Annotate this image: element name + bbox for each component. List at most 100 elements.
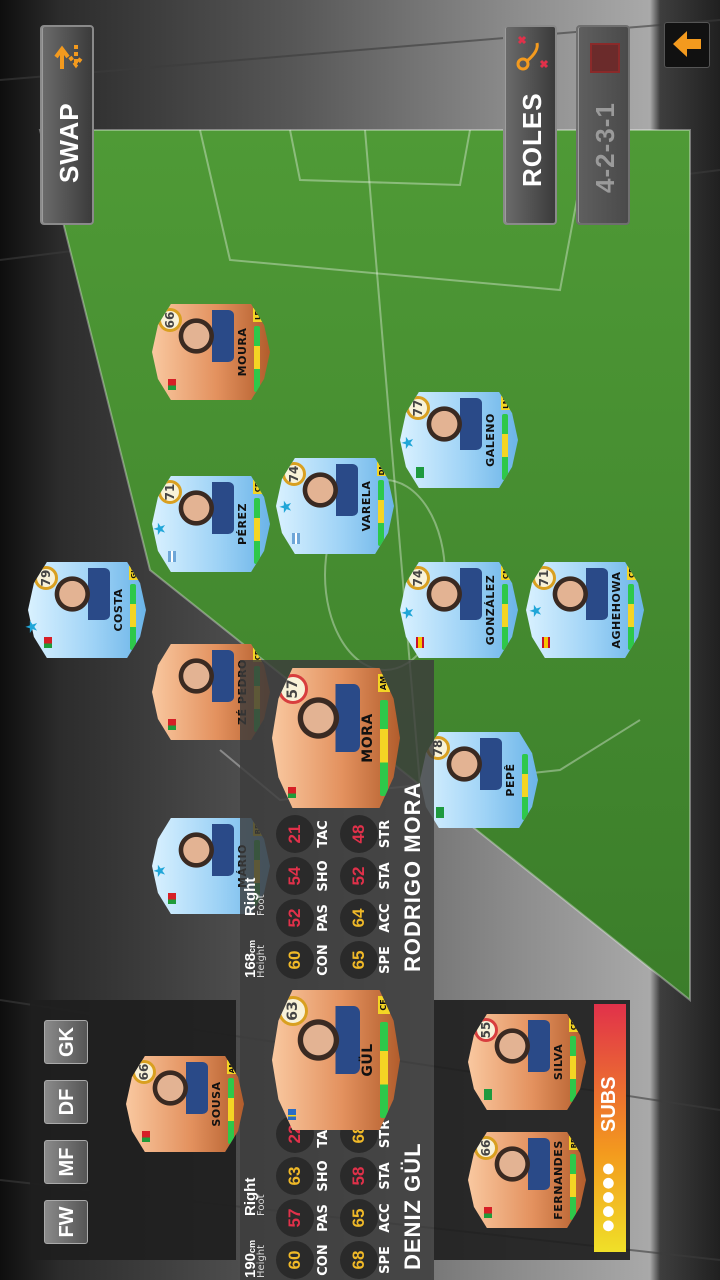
player-portrait	[300, 464, 358, 516]
reserves-panel: 66 SOUSA AM GK DF MF FW	[30, 1000, 236, 1260]
player-card-pepe[interactable]: 78 PEPÊ	[420, 732, 538, 828]
player-name: SOUSA	[210, 1081, 223, 1127]
player-name: GÜL	[360, 1043, 376, 1077]
compare-panel: RODRIGO MORA SPE ACC STA STR 65 64 52 48…	[240, 660, 434, 1280]
star-icon: ★	[22, 619, 41, 634]
formation-icon	[590, 43, 620, 73]
player-portrait	[150, 1062, 208, 1114]
stat-value: 63	[276, 1157, 314, 1195]
player-name: VARELA	[360, 480, 373, 532]
player-card-sousa[interactable]: 66 SOUSA AM	[126, 1056, 244, 1152]
stat-value: 57	[276, 1199, 314, 1237]
height-value: 190cm	[242, 1239, 259, 1278]
filter-gk-button[interactable]: GK	[44, 1020, 88, 1064]
subs-label: SUBS	[598, 1076, 620, 1132]
flag-icon	[168, 893, 176, 904]
star-icon: ★	[276, 499, 295, 514]
formation-button[interactable]: 4-2-3-1	[576, 25, 630, 225]
player-portrait	[176, 310, 234, 362]
player-card-mora[interactable]: 57 MORA AM	[272, 668, 400, 808]
stat-label: ACC	[378, 1203, 393, 1233]
condition-bar	[228, 1078, 234, 1144]
filter-mf-button[interactable]: MF	[44, 1140, 88, 1184]
stat-value: 60	[276, 1241, 314, 1279]
stat-label: CON	[316, 944, 331, 976]
swap-button[interactable]: SWAP	[40, 25, 94, 225]
player-portrait	[176, 650, 234, 702]
player-card-fernandes[interactable]: 66 FERNANDES RB	[468, 1132, 586, 1228]
player-compare-gul: DENIZ GÜL SPE ACC STA STR 68 65 58 68 CO…	[240, 980, 434, 1280]
condition-bar	[254, 498, 260, 564]
foot-value: Right	[242, 1177, 259, 1216]
stat-label: ACC	[378, 903, 393, 933]
stat-label: TAC	[316, 820, 331, 848]
player-portrait	[296, 684, 360, 752]
formation-label: 4-2-3-1	[590, 102, 620, 193]
stat-value: 58	[340, 1157, 378, 1195]
player-name: AGHEHOWA	[610, 571, 623, 649]
flag-icon	[292, 533, 300, 544]
condition-bar	[570, 1036, 576, 1102]
player-portrait	[296, 1006, 360, 1074]
stat-label: SHO	[316, 860, 331, 892]
player-name: FERNANDES	[552, 1140, 565, 1220]
arrow-up-icon	[673, 31, 701, 57]
player-card-perez[interactable]: 71 PÉREZ CB	[152, 476, 270, 572]
player-card-gul[interactable]: 63 GÜL CF	[272, 990, 400, 1130]
game-screen: SWAP ROLES 4-2-3-1 79 COSTA GK ★ 71 PÉRE…	[0, 0, 720, 1280]
stat-label: CON	[316, 1244, 331, 1276]
flag-icon	[142, 1131, 150, 1142]
player-name: PEPÊ	[504, 763, 517, 797]
position-badge: CB	[570, 1019, 578, 1031]
player-card-gonzalez[interactable]: 74 GONZÁLEZ CM	[400, 562, 518, 658]
position-badge: RB	[570, 1137, 578, 1149]
swap-arrows-icon	[54, 45, 84, 69]
condition-bar	[130, 584, 136, 650]
flag-icon	[168, 551, 176, 562]
roles-button[interactable]: ROLES	[503, 25, 557, 225]
position-badge: AM	[228, 1060, 236, 1074]
player-name: GONZÁLEZ	[484, 574, 497, 646]
stat-label: PAS	[316, 904, 331, 932]
player-card-costa[interactable]: 79 COSTA GK	[28, 562, 146, 658]
stat-value: 54	[276, 857, 314, 895]
player-card-galeno[interactable]: 77 GALENO LM	[400, 392, 518, 488]
flag-icon	[288, 787, 296, 798]
flag-icon	[542, 637, 550, 648]
player-full-name: DENIZ GÜL	[400, 1142, 425, 1270]
player-name: GALENO	[484, 413, 497, 467]
star-icon: ★	[398, 605, 417, 620]
stat-value: 68	[340, 1241, 378, 1279]
stat-value: 52	[276, 899, 314, 937]
stat-label: PAS	[316, 1204, 331, 1232]
condition-bar	[502, 414, 508, 480]
star-icon: ★	[526, 603, 545, 618]
stat-value: 65	[340, 1199, 378, 1237]
condition-bar	[380, 700, 388, 796]
stat-label: STR	[378, 819, 393, 849]
subs-panel: SUBS ●●●●● 55 SILVA CB 66 FERNANDES RB	[434, 1000, 630, 1260]
player-card-silva[interactable]: 55 SILVA CB	[468, 1014, 586, 1110]
condition-bar	[522, 754, 528, 820]
player-full-name: RODRIGO MORA	[400, 781, 425, 972]
stat-value: 21	[276, 815, 314, 853]
flag-icon	[44, 637, 52, 648]
condition-bar	[254, 326, 260, 392]
flag-icon	[416, 637, 424, 648]
flag-icon	[416, 467, 424, 478]
condition-bar	[502, 584, 508, 650]
filter-fw-button[interactable]: FW	[44, 1200, 88, 1244]
flag-icon	[288, 1109, 296, 1120]
player-name: MOURA	[236, 327, 249, 377]
subs-header: SUBS ●●●●●	[594, 1004, 626, 1252]
player-compare-mora: RODRIGO MORA SPE ACC STA STR 65 64 52 48…	[240, 660, 434, 980]
flag-icon	[484, 1089, 492, 1100]
scroll-up-button[interactable]	[664, 22, 710, 68]
foot-value: Right	[242, 877, 259, 916]
swap-label: SWAP	[54, 102, 84, 183]
flag-icon	[436, 807, 444, 818]
player-portrait	[176, 482, 234, 534]
player-card-moura[interactable]: 66 MOURA LB	[152, 304, 270, 400]
stat-value: 60	[276, 941, 314, 979]
filter-df-button[interactable]: DF	[44, 1080, 88, 1124]
